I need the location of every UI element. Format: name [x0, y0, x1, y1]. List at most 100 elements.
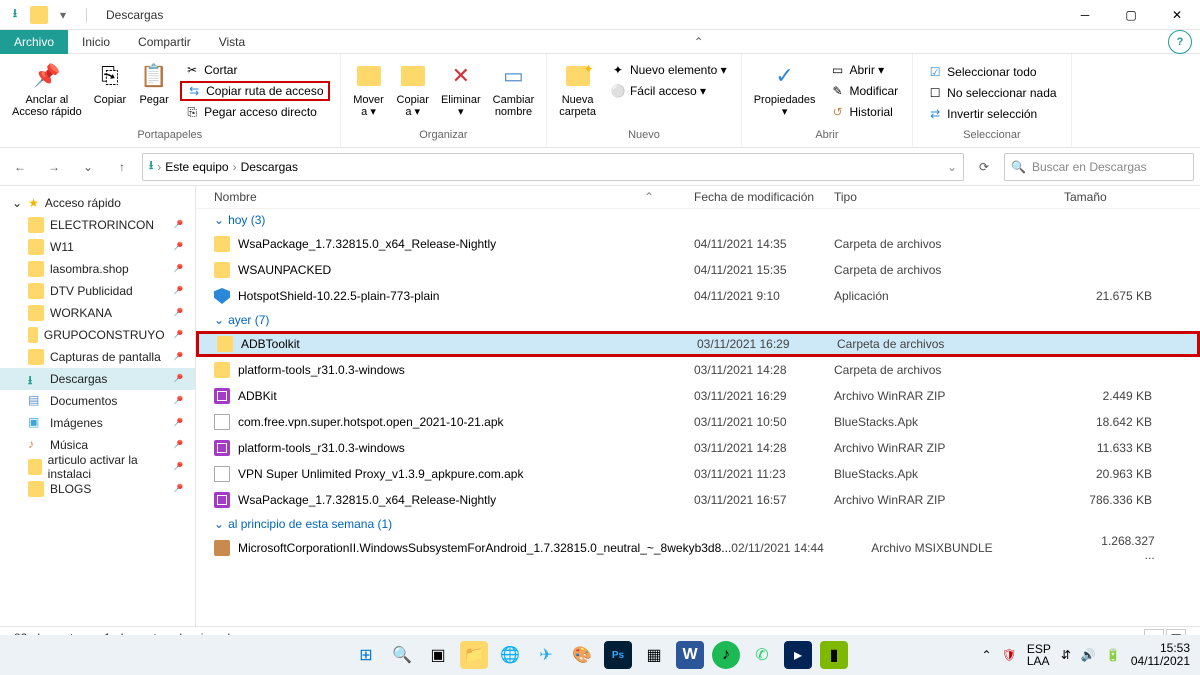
- help-icon[interactable]: ?: [1168, 30, 1192, 54]
- copy-path-button[interactable]: ⇆Copiar ruta de acceso: [180, 81, 329, 101]
- copy-to-button[interactable]: Copiara ▾: [391, 58, 435, 120]
- minimize-button[interactable]: ─: [1062, 0, 1108, 30]
- maximize-button[interactable]: ▢: [1108, 0, 1154, 30]
- nav-item[interactable]: GRUPOCONSTRUYO📍: [0, 324, 195, 346]
- nav-pane[interactable]: ⌄ ★ Acceso rápido ELECTRORINCON📍W11📍laso…: [0, 186, 196, 626]
- column-headers[interactable]: Nombre ⌃ Fecha de modificación Tipo Tamañ…: [196, 186, 1200, 209]
- tab-vista[interactable]: Vista: [205, 30, 259, 54]
- close-button[interactable]: ✕: [1154, 0, 1200, 30]
- file-row[interactable]: VPN Super Unlimited Proxy_v1.3.9_apkpure…: [196, 461, 1200, 487]
- nav-item[interactable]: DTV Publicidad📍: [0, 280, 195, 302]
- tray-shield-icon[interactable]: 🛡: [1002, 648, 1017, 662]
- tray-clock[interactable]: 15:5304/11/2021: [1131, 642, 1190, 668]
- col-name[interactable]: Nombre: [214, 190, 257, 204]
- file-row[interactable]: MicrosoftCorporationII.WindowsSubsystemF…: [196, 535, 1200, 561]
- back-button[interactable]: ←: [6, 153, 34, 181]
- explorer-icon[interactable]: 📁: [460, 641, 488, 669]
- system-tray[interactable]: ⌃ 🛡 ESPLAA ⇵ 🔊 🔋 15:5304/11/2021: [982, 635, 1190, 675]
- pin-button[interactable]: 📌Anclar alAcceso rápido: [6, 58, 88, 124]
- nav-quick-access[interactable]: ⌄ ★ Acceso rápido: [0, 192, 195, 214]
- file-row[interactable]: com.free.vpn.super.hotspot.open_2021-10-…: [196, 409, 1200, 435]
- word-icon[interactable]: W: [676, 641, 704, 669]
- nav-item[interactable]: BLOGS📍: [0, 478, 195, 500]
- qat-download-icon[interactable]: ⭳: [6, 6, 24, 24]
- tab-compartir[interactable]: Compartir: [124, 30, 205, 54]
- taskview-icon[interactable]: ▣: [424, 641, 452, 669]
- file-row[interactable]: WSAUNPACKED04/11/2021 15:35Carpeta de ar…: [196, 257, 1200, 283]
- paste-shortcut-button[interactable]: ⎘Pegar acceso directo: [180, 102, 329, 122]
- refresh-button[interactable]: ⟳: [970, 153, 998, 181]
- new-folder-button[interactable]: ✦Nuevacarpeta: [553, 58, 602, 120]
- whatsapp-icon[interactable]: ✆: [748, 641, 776, 669]
- move-button[interactable]: Movera ▾: [347, 58, 391, 120]
- qat-dropdown-icon[interactable]: ▾: [54, 6, 72, 24]
- file-row[interactable]: ADBToolkit03/11/2021 16:29Carpeta de arc…: [196, 331, 1200, 357]
- nav-item[interactable]: ▤Documentos📍: [0, 390, 195, 412]
- telegram-icon[interactable]: ✈: [532, 641, 560, 669]
- file-list[interactable]: ⌄ hoy (3)WsaPackage_1.7.32815.0_x64_Rele…: [196, 209, 1200, 626]
- select-all-button[interactable]: ☑Seleccionar todo: [923, 62, 1060, 82]
- file-row[interactable]: WsaPackage_1.7.32815.0_x64_Release-Night…: [196, 231, 1200, 257]
- app-icon[interactable]: ▦: [640, 641, 668, 669]
- file-row[interactable]: WsaPackage_1.7.32815.0_x64_Release-Night…: [196, 487, 1200, 513]
- qat-folder-icon[interactable]: [30, 6, 48, 24]
- up-button[interactable]: ↑: [108, 153, 136, 181]
- group-header[interactable]: ⌄ ayer (7): [196, 309, 1200, 331]
- cut-button[interactable]: ✂Cortar: [180, 60, 329, 80]
- easy-access-button[interactable]: ⚪Fácil acceso ▾: [606, 81, 731, 101]
- copy-button[interactable]: ⎘Copiar: [88, 58, 132, 124]
- file-row[interactable]: ADBKit03/11/2021 16:29Archivo WinRAR ZIP…: [196, 383, 1200, 409]
- spotify-icon[interactable]: ♪: [712, 641, 740, 669]
- select-none-button[interactable]: ☐No seleccionar nada: [923, 83, 1060, 103]
- invert-selection-button[interactable]: ⇄Invertir selección: [923, 104, 1060, 124]
- tab-archivo[interactable]: Archivo: [0, 30, 68, 54]
- nav-item[interactable]: WORKANA📍: [0, 302, 195, 324]
- open-button[interactable]: ▭Abrir ▾: [825, 60, 902, 80]
- recent-button[interactable]: ⌄: [74, 153, 102, 181]
- nav-item[interactable]: W11📍: [0, 236, 195, 258]
- nav-item[interactable]: articulo activar la instalaci📍: [0, 456, 195, 478]
- nav-item[interactable]: Capturas de pantalla📍: [0, 346, 195, 368]
- nav-item[interactable]: ▣Imágenes📍: [0, 412, 195, 434]
- edit-button[interactable]: ✎Modificar: [825, 81, 902, 101]
- nav-item[interactable]: lasombra.shop📍: [0, 258, 195, 280]
- tray-lang[interactable]: ESPLAA: [1027, 643, 1051, 667]
- photoshop-icon[interactable]: Ps: [604, 641, 632, 669]
- tray-chevron-icon[interactable]: ⌃: [982, 648, 992, 662]
- chrome-icon[interactable]: 🌐: [496, 641, 524, 669]
- start-icon[interactable]: ⊞: [352, 641, 380, 669]
- properties-button[interactable]: ✓Propiedades▾: [748, 58, 822, 124]
- nav-item[interactable]: ELECTRORINCON📍: [0, 214, 195, 236]
- col-type[interactable]: Tipo: [834, 190, 1064, 204]
- taskbar[interactable]: ⊞ 🔍 ▣ 📁 🌐 ✈ 🎨 Ps ▦ W ♪ ✆ ▸ ▮ ⌃ 🛡 ESPLAA …: [0, 635, 1200, 675]
- file-row[interactable]: HotspotShield-10.22.5-plain-773-plain04/…: [196, 283, 1200, 309]
- breadcrumb-path[interactable]: ⭳ › Este equipo › Descargas ⌄: [142, 153, 964, 181]
- col-size[interactable]: Tamaño: [1064, 190, 1182, 204]
- forward-button[interactable]: →: [40, 153, 68, 181]
- app2-icon[interactable]: ▮: [820, 641, 848, 669]
- crumb-dl[interactable]: Descargas: [241, 160, 298, 174]
- tray-wifi-icon[interactable]: ⇵: [1061, 648, 1071, 662]
- path-dropdown-icon[interactable]: ⌄: [947, 160, 957, 174]
- group-header[interactable]: ⌄ hoy (3): [196, 209, 1200, 231]
- nav-item[interactable]: ⭳Descargas📍: [0, 368, 195, 390]
- search-input[interactable]: 🔍 Buscar en Descargas: [1004, 153, 1194, 181]
- tray-volume-icon[interactable]: 🔊: [1081, 648, 1096, 662]
- ribbon-collapse-icon[interactable]: ⌃: [694, 35, 704, 49]
- search-taskbar-icon[interactable]: 🔍: [388, 641, 416, 669]
- paste-button[interactable]: 📋Pegar: [132, 58, 176, 124]
- file-row[interactable]: platform-tools_r31.0.3-windows03/11/2021…: [196, 435, 1200, 461]
- col-mod[interactable]: Fecha de modificación: [694, 190, 834, 204]
- rename-button[interactable]: ▭Cambiarnombre: [487, 58, 541, 120]
- tray-battery-icon[interactable]: 🔋: [1106, 648, 1121, 662]
- history-button[interactable]: ↺Historial: [825, 102, 902, 122]
- tab-inicio[interactable]: Inicio: [68, 30, 124, 54]
- file-row[interactable]: platform-tools_r31.0.3-windows03/11/2021…: [196, 357, 1200, 383]
- crumb-pc[interactable]: Este equipo ›: [165, 160, 236, 174]
- terminal-icon[interactable]: ▸: [784, 641, 812, 669]
- new-item-button[interactable]: ✦Nuevo elemento ▾: [606, 60, 731, 80]
- sort-icon[interactable]: ⌃: [644, 190, 654, 204]
- group-header[interactable]: ⌄ al principio de esta semana (1): [196, 513, 1200, 535]
- delete-button[interactable]: ✕Eliminar▾: [435, 58, 487, 120]
- paint-icon[interactable]: 🎨: [568, 641, 596, 669]
